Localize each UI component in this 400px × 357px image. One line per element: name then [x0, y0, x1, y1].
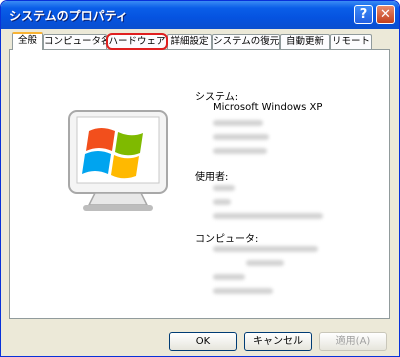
- service-pack-redacted: [213, 148, 267, 154]
- close-button[interactable]: ✕: [376, 5, 395, 24]
- cancel-button[interactable]: キャンセル: [244, 332, 312, 351]
- computer-heading: コンピュータ:: [195, 234, 259, 245]
- tab-remote[interactable]: リモート: [330, 34, 372, 49]
- organization-redacted: [213, 199, 231, 205]
- dialog-body: 全般 コンピュータ名 ハードウェア 詳細設定 システムの復元 自動更新 リモート…: [4, 29, 396, 355]
- ok-button[interactable]: OK: [169, 332, 237, 351]
- window-title: システムのプロパティ: [9, 9, 128, 23]
- system-heading: システム:: [195, 92, 239, 103]
- product-id-redacted: [213, 213, 323, 219]
- windows-monitor-icon: [68, 110, 168, 211]
- user-name-redacted: [213, 185, 235, 191]
- title-bar[interactable]: システムのプロパティ ? ✕: [1, 1, 399, 29]
- tab-hardware[interactable]: ハードウェア: [106, 33, 168, 50]
- help-button[interactable]: ?: [354, 5, 373, 24]
- registered-heading: 使用者:: [195, 172, 229, 183]
- tab-advanced[interactable]: 詳細設定: [167, 34, 212, 49]
- memory-redacted: [213, 288, 273, 294]
- apply-button[interactable]: 適用(A): [319, 332, 387, 351]
- tab-computer-name[interactable]: コンピュータ名: [43, 34, 107, 49]
- tab-system-restore[interactable]: システムの復元: [212, 34, 280, 49]
- system-properties-window: システムのプロパティ ? ✕ 全般 コンピュータ名 ハードウェア 詳細設定 シス…: [0, 0, 400, 357]
- cpu-speed-redacted: [213, 274, 245, 280]
- clock-speed-redacted: [246, 260, 284, 266]
- os-name: Microsoft Windows XP: [213, 102, 323, 113]
- general-tab-panel: システム: Microsoft Windows XP 使用者: コンピュータ:: [9, 49, 390, 319]
- tab-general[interactable]: 全般: [12, 32, 43, 50]
- os-edition-redacted: [213, 120, 263, 126]
- tab-strip: 全般 コンピュータ名 ハードウェア 詳細設定 システムの復元 自動更新 リモート: [9, 32, 389, 50]
- os-version-redacted: [213, 134, 269, 140]
- tab-automatic-updates[interactable]: 自動更新: [280, 34, 330, 49]
- processor-redacted: [213, 246, 318, 252]
